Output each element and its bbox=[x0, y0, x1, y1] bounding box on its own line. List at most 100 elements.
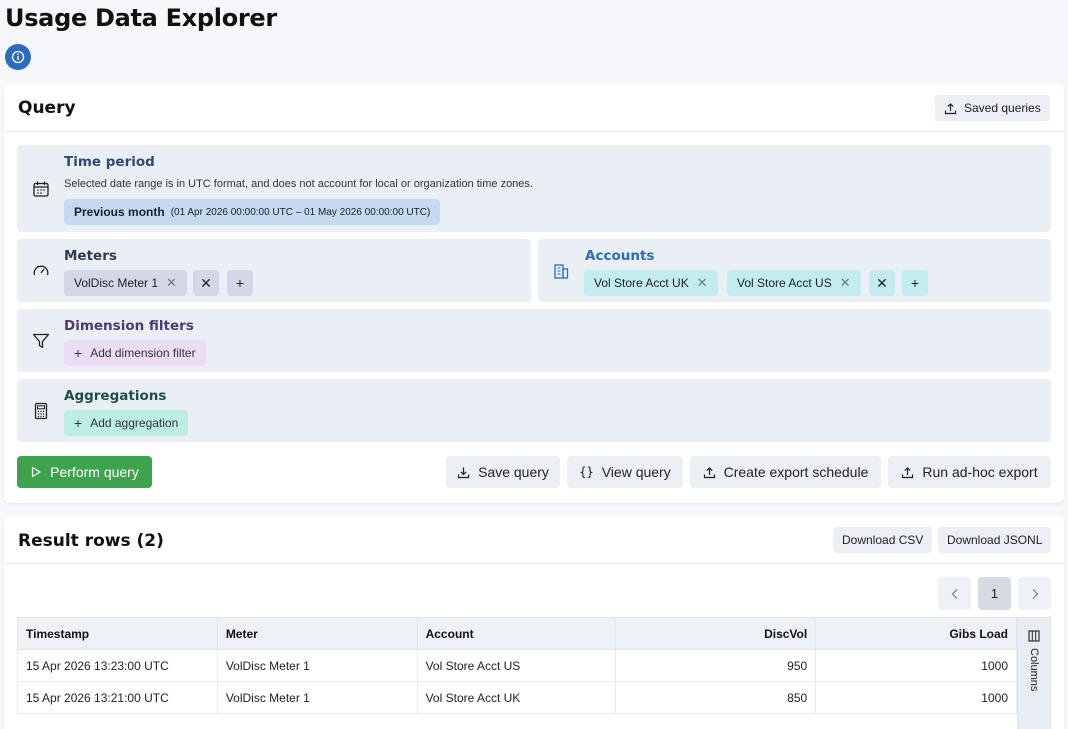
perform-query-label: Perform query bbox=[50, 464, 139, 480]
time-period-section: Time period Selected date range is in UT… bbox=[17, 145, 1051, 232]
column-header-timestamp[interactable]: Timestamp bbox=[17, 617, 218, 650]
clear-accounts-button[interactable]: ✕ bbox=[869, 270, 895, 296]
time-period-title: Time period bbox=[64, 154, 155, 170]
time-period-note: Selected date range is in UTC format, an… bbox=[64, 178, 533, 190]
query-card: Query Saved queries Time period Selected… bbox=[4, 84, 1064, 503]
page-button-1[interactable]: 1 bbox=[978, 577, 1011, 610]
account-chip-uk[interactable]: Vol Store Acct UK ✕ bbox=[584, 270, 718, 296]
calendar-icon bbox=[30, 178, 52, 200]
upload-icon bbox=[944, 102, 957, 114]
filter-icon bbox=[30, 330, 52, 352]
add-dimension-filter-label: Add dimension filter bbox=[90, 346, 196, 360]
cell-meter-link[interactable]: VolDisc Meter 1 bbox=[216, 681, 418, 714]
time-period-preset: Previous month bbox=[74, 205, 165, 219]
results-title: Result rows (2) bbox=[18, 531, 164, 551]
info-button[interactable] bbox=[5, 44, 31, 70]
download-jsonl-label: Download JSONL bbox=[947, 533, 1043, 547]
plus-icon: + bbox=[235, 275, 245, 291]
add-meter-button[interactable]: + bbox=[227, 270, 253, 296]
chevron-right-icon bbox=[1032, 588, 1038, 599]
run-adhoc-export-button[interactable]: Run ad-hoc export bbox=[888, 456, 1051, 488]
chevron-left-icon bbox=[951, 588, 957, 599]
play-icon bbox=[32, 466, 41, 478]
remove-account-icon[interactable]: ✕ bbox=[697, 275, 708, 291]
plus-icon: + bbox=[910, 275, 920, 291]
download-csv-button[interactable]: Download CSV bbox=[833, 527, 933, 553]
page-title: Usage Data Explorer bbox=[5, 4, 277, 32]
building-icon bbox=[550, 260, 572, 282]
save-query-button[interactable]: Save query bbox=[446, 456, 560, 488]
column-header-gibs-load[interactable]: Gibs Load bbox=[815, 617, 1017, 650]
column-header-account[interactable]: Account bbox=[416, 617, 617, 650]
view-query-button[interactable]: {} View query bbox=[567, 456, 683, 488]
accounts-title: Accounts bbox=[585, 248, 655, 264]
cell-meter-link[interactable]: VolDisc Meter 1 bbox=[216, 649, 418, 682]
add-dimension-filter-button[interactable]: + Add dimension filter bbox=[64, 340, 206, 366]
account-chip-us[interactable]: Vol Store Acct US ✕ bbox=[727, 270, 861, 296]
dimension-filters-title: Dimension filters bbox=[64, 318, 194, 334]
cell-gibs-load: 1000 bbox=[815, 681, 1017, 714]
results-card: Result rows (2) Download CSV Download JS… bbox=[4, 516, 1064, 729]
query-header: Query Saved queries bbox=[4, 84, 1064, 132]
close-icon: ✕ bbox=[876, 274, 888, 291]
prev-page-button[interactable] bbox=[938, 577, 971, 610]
close-icon: ✕ bbox=[200, 274, 212, 291]
table-header-row: Timestamp Meter Account DiscVol Gibs Loa… bbox=[17, 617, 1017, 650]
aggregations-section: Aggregations + Add aggregation bbox=[17, 379, 1051, 442]
cell-account-link[interactable]: Vol Store Acct UK bbox=[416, 681, 617, 714]
query-title: Query bbox=[18, 98, 76, 118]
column-header-meter[interactable]: Meter bbox=[216, 617, 418, 650]
columns-icon bbox=[1028, 630, 1040, 642]
cell-discvol: 850 bbox=[615, 681, 817, 714]
download-csv-label: Download CSV bbox=[842, 533, 924, 547]
columns-label: Columns bbox=[1028, 648, 1040, 692]
saved-queries-label: Saved queries bbox=[964, 101, 1041, 115]
view-query-label: View query bbox=[601, 464, 671, 480]
dimension-filters-section: Dimension filters + Add dimension filter bbox=[17, 309, 1051, 372]
upload-icon bbox=[703, 466, 715, 478]
saved-queries-button[interactable]: Saved queries bbox=[935, 95, 1050, 121]
remove-account-icon[interactable]: ✕ bbox=[840, 275, 851, 291]
meter-chip[interactable]: VolDisc Meter 1 ✕ bbox=[64, 270, 187, 296]
calculator-icon bbox=[30, 400, 52, 422]
plus-icon: + bbox=[74, 415, 83, 431]
upload-icon bbox=[902, 466, 914, 478]
meters-title: Meters bbox=[64, 248, 117, 264]
create-export-schedule-label: Create export schedule bbox=[723, 464, 869, 480]
remove-meter-icon[interactable]: ✕ bbox=[166, 275, 177, 291]
gauge-icon bbox=[30, 260, 52, 282]
columns-panel-toggle[interactable]: Columns bbox=[1017, 617, 1051, 729]
cell-gibs-load: 1000 bbox=[815, 649, 1017, 682]
code-braces-icon: {} bbox=[579, 465, 594, 479]
perform-query-button[interactable]: Perform query bbox=[17, 456, 152, 488]
download-jsonl-button[interactable]: Download JSONL bbox=[938, 527, 1052, 553]
add-aggregation-label: Add aggregation bbox=[90, 416, 179, 430]
cell-account-link[interactable]: Vol Store Acct US bbox=[416, 649, 617, 682]
column-header-discvol[interactable]: DiscVol bbox=[615, 617, 817, 650]
cell-timestamp: 15 Apr 2026 13:21:00 UTC bbox=[17, 681, 218, 714]
account-chip-label: Vol Store Acct UK bbox=[594, 276, 689, 290]
meters-section: Meters VolDisc Meter 1 ✕ ✕ + bbox=[17, 239, 531, 302]
add-account-button[interactable]: + bbox=[902, 270, 928, 296]
add-aggregation-button[interactable]: + Add aggregation bbox=[64, 410, 189, 436]
save-query-label: Save query bbox=[478, 464, 549, 480]
run-adhoc-export-label: Run ad-hoc export bbox=[922, 464, 1038, 480]
next-page-button[interactable] bbox=[1018, 577, 1051, 610]
cell-discvol: 950 bbox=[615, 649, 817, 682]
download-icon bbox=[457, 467, 470, 478]
clear-meters-button[interactable]: ✕ bbox=[193, 270, 219, 296]
info-circle-icon bbox=[11, 50, 25, 64]
results-header: Result rows (2) Download CSV Download JS… bbox=[4, 516, 1064, 564]
meter-chip-label: VolDisc Meter 1 bbox=[74, 276, 159, 290]
table-row: 15 Apr 2026 13:21:00 UTC VolDisc Meter 1… bbox=[17, 681, 1017, 714]
create-export-schedule-button[interactable]: Create export schedule bbox=[690, 456, 881, 488]
plus-icon: + bbox=[74, 345, 83, 361]
table-row: 15 Apr 2026 13:23:00 UTC VolDisc Meter 1… bbox=[17, 649, 1017, 682]
aggregations-title: Aggregations bbox=[64, 388, 167, 404]
time-period-range: (01 Apr 2026 00:00:00 UTC – 01 May 2026 … bbox=[170, 206, 431, 218]
account-chip-label: Vol Store Acct US bbox=[737, 276, 832, 290]
time-period-chip[interactable]: Previous month (01 Apr 2026 00:00:00 UTC… bbox=[64, 199, 441, 225]
results-table: Timestamp Meter Account DiscVol Gibs Loa… bbox=[17, 617, 1017, 714]
cell-timestamp: 15 Apr 2026 13:23:00 UTC bbox=[17, 649, 218, 682]
accounts-section: Accounts Vol Store Acct UK ✕ Vol Store A… bbox=[538, 239, 1051, 302]
